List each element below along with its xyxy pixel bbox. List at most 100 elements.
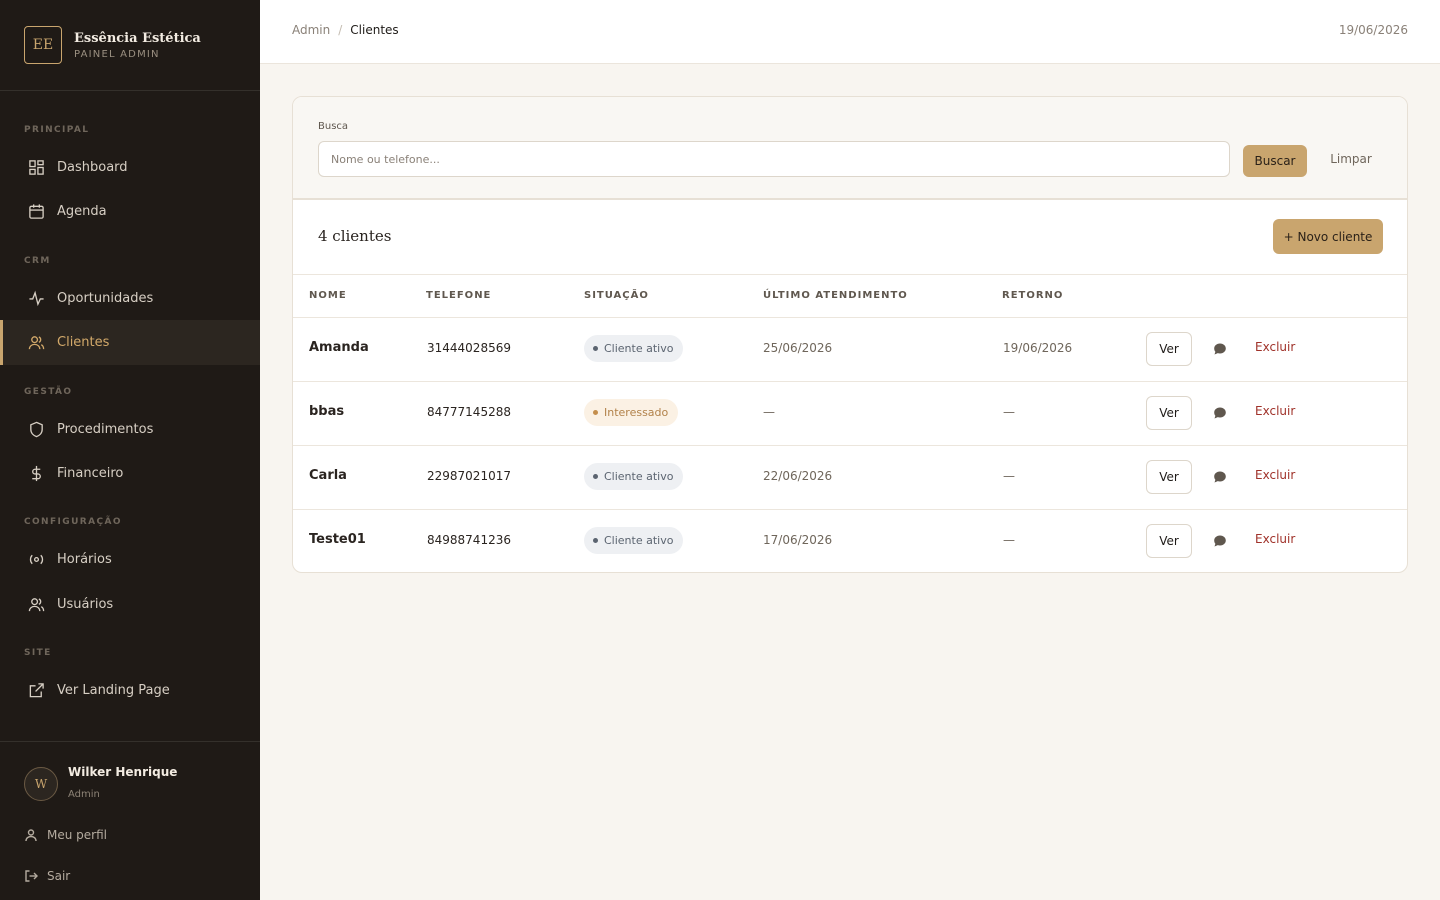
brand: EE Essência Estética PAINEL ADMIN: [0, 0, 260, 91]
status-badge-label: Cliente ativo: [604, 470, 674, 483]
table-row: bbas 84777145288 Interessado — — Ver Exc…: [293, 382, 1407, 446]
breadcrumb-separator: /: [338, 23, 343, 37]
view-button[interactable]: Ver: [1146, 332, 1192, 366]
delete-button[interactable]: Excluir: [1255, 340, 1295, 354]
view-button[interactable]: Ver: [1146, 524, 1192, 558]
client-last-visit: 25/06/2026: [763, 341, 833, 355]
status-dot: [593, 346, 598, 351]
sidebar-footer: W Wilker Henrique Admin Meu perfil Sair: [0, 741, 260, 900]
my-profile-label: Meu perfil: [47, 828, 107, 842]
section-label-configuracao: CONFIGURAÇÃO: [24, 517, 122, 527]
column-header-nome: NOME: [309, 290, 347, 301]
client-last-visit: —: [763, 405, 775, 419]
sidebar-item-dashboard[interactable]: Dashboard: [0, 145, 260, 190]
sidebar-item-label: Horários: [57, 552, 112, 567]
user-role: Admin: [68, 789, 100, 800]
column-header-situacao: SITUAÇÃO: [584, 290, 649, 301]
external-link-icon: [27, 682, 45, 700]
chat-icon[interactable]: [1212, 405, 1228, 421]
status-dot: [593, 410, 598, 415]
search-button[interactable]: Buscar: [1243, 145, 1307, 177]
sidebar-item-oportunidades[interactable]: Oportunidades: [0, 276, 260, 321]
chat-icon[interactable]: [1212, 341, 1228, 357]
breadcrumb: Admin / Clientes: [292, 23, 399, 37]
clear-button[interactable]: Limpar: [1323, 145, 1379, 173]
chat-icon[interactable]: [1212, 469, 1228, 485]
current-date: 19/06/2026: [1338, 23, 1408, 37]
view-button[interactable]: Ver: [1146, 396, 1192, 430]
sidebar-item-usuarios[interactable]: Usuários: [0, 582, 260, 627]
logout-icon: [25, 870, 38, 882]
user-icon: [25, 829, 37, 842]
sidebar-item-label: Oportunidades: [57, 291, 154, 306]
status-badge: Cliente ativo: [584, 335, 684, 362]
client-phone: 31444028569: [427, 341, 511, 355]
client-return: —: [1003, 405, 1015, 419]
status-badge-label: Cliente ativo: [604, 342, 674, 355]
sidebar: EE Essência Estética PAINEL ADMIN PRINCI…: [0, 0, 260, 900]
sidebar-item-label: Usuários: [57, 597, 114, 612]
client-phone: 84777145288: [427, 405, 511, 419]
view-button[interactable]: Ver: [1146, 460, 1192, 494]
status-badge-label: Interessado: [604, 406, 669, 419]
topbar: Admin / Clientes 19/06/2026: [260, 0, 1440, 64]
breadcrumb-admin[interactable]: Admin: [292, 23, 330, 37]
delete-button[interactable]: Excluir: [1255, 532, 1295, 546]
search-input[interactable]: [318, 141, 1230, 177]
user-name: Wilker Henrique: [68, 765, 178, 779]
sidebar-item-label: Ver Landing Page: [57, 683, 170, 698]
my-profile-link[interactable]: Meu perfil: [24, 828, 107, 842]
sidebar-item-agenda[interactable]: Agenda: [0, 189, 260, 234]
column-header-retorno: RETORNO: [1002, 290, 1064, 301]
sidebar-item-ver-landing-page[interactable]: Ver Landing Page: [0, 668, 260, 713]
section-label-site: SITE: [24, 648, 52, 658]
table-row: Teste01 84988741236 Cliente ativo 17/06/…: [293, 510, 1407, 572]
sidebar-item-clientes[interactable]: Clientes: [0, 320, 260, 365]
client-name: Carla: [309, 468, 347, 483]
logout-link[interactable]: Sair: [24, 869, 70, 883]
broadcast-icon: [27, 551, 45, 569]
shield-icon: [27, 421, 45, 439]
table-row: Amanda 31444028569 Cliente ativo 25/06/2…: [293, 318, 1407, 382]
avatar: W: [24, 767, 58, 801]
sidebar-item-horarios[interactable]: Horários: [0, 537, 260, 582]
client-return: —: [1003, 533, 1015, 547]
client-name: Amanda: [309, 340, 369, 355]
client-return: —: [1003, 469, 1015, 483]
sidebar-item-label: Dashboard: [57, 160, 128, 175]
section-label-gestao: GESTÃO: [24, 387, 73, 397]
status-badge: Cliente ativo: [584, 527, 684, 554]
breadcrumb-current: Clientes: [350, 23, 399, 37]
section-label-principal: PRINCIPAL: [24, 125, 90, 135]
table-row: Carla 22987021017 Cliente ativo 22/06/20…: [293, 446, 1407, 510]
table-header: NOME TELEFONE SITUAÇÃO ÚLTIMO ATENDIMENT…: [293, 274, 1407, 318]
logout-label: Sair: [47, 869, 71, 883]
search-panel: Busca Buscar Limpar: [293, 97, 1407, 200]
status-dot: [593, 474, 598, 479]
client-name: bbas: [309, 404, 345, 419]
sidebar-item-financeiro[interactable]: Financeiro: [0, 451, 260, 496]
client-last-visit: 22/06/2026: [763, 469, 833, 483]
calendar-icon: [27, 203, 45, 221]
users-icon: [27, 596, 45, 614]
sidebar-item-label: Clientes: [57, 335, 110, 350]
new-client-button[interactable]: + Novo cliente: [1273, 219, 1383, 254]
grid-icon: [27, 159, 45, 177]
status-badge: Cliente ativo: [584, 463, 684, 490]
sidebar-item-procedimentos[interactable]: Procedimentos: [0, 407, 260, 452]
sidebar-item-label: Financeiro: [57, 466, 124, 481]
client-phone: 84988741236: [427, 533, 511, 547]
delete-button[interactable]: Excluir: [1255, 468, 1295, 482]
status-dot: [593, 538, 598, 543]
chat-icon[interactable]: [1212, 533, 1228, 549]
brand-name: Essência Estética: [74, 30, 201, 46]
delete-button[interactable]: Excluir: [1255, 404, 1295, 418]
sidebar-item-label: Procedimentos: [57, 422, 154, 437]
client-last-visit: 17/06/2026: [763, 533, 833, 547]
activity-icon: [27, 290, 45, 308]
search-label: Busca: [318, 121, 349, 132]
brand-subtitle: PAINEL ADMIN: [74, 48, 160, 60]
sidebar-item-label: Agenda: [57, 204, 107, 219]
status-badge: Interessado: [584, 399, 679, 426]
client-name: Teste01: [309, 532, 366, 547]
